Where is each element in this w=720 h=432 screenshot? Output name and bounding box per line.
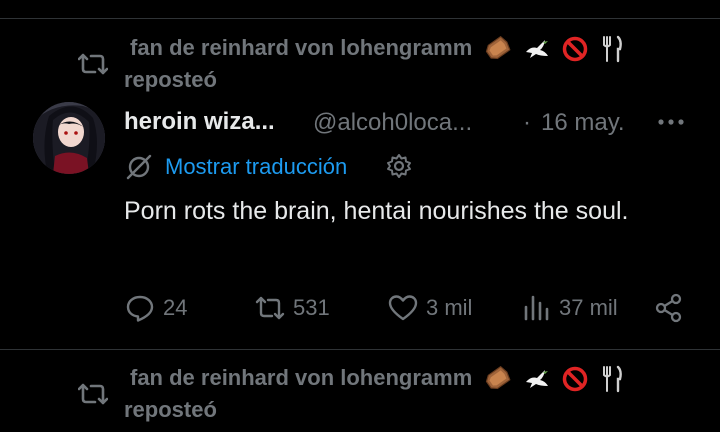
- tweet-divider: [0, 349, 720, 350]
- views-button[interactable]: 37 mil: [521, 292, 618, 324]
- separator-dot: ·: [523, 109, 531, 136]
- like-count: 3 mil: [426, 295, 473, 320]
- reposter-name[interactable]: fan de reinhard von lohengramm: [130, 35, 625, 63]
- avatar-image: [33, 102, 105, 174]
- prohibited-emoji: [562, 36, 587, 62]
- retweet-button[interactable]: 531: [255, 292, 330, 324]
- reply-icon: [126, 295, 154, 322]
- repost-verb: reposteó: [124, 397, 217, 422]
- reposter-name-text[interactable]: fan de reinhard von lohengramm: [130, 365, 472, 390]
- views-icon: [524, 295, 549, 321]
- share-button[interactable]: [654, 292, 692, 324]
- reply-count: 24: [163, 295, 188, 320]
- author-handle[interactable]: @alcoh0loca...: [313, 109, 472, 137]
- repost-context-next[interactable]: fan de reinhard von lohengramm reposteó: [0, 362, 720, 432]
- dove-emoji: [525, 370, 548, 389]
- dove-emoji: [525, 40, 548, 59]
- like-icon: [388, 295, 418, 321]
- reposter-name-text[interactable]: fan de reinhard von lohengramm: [130, 35, 472, 60]
- top-divider: [0, 18, 720, 19]
- show-translation-link[interactable]: Mostrar traducción: [165, 154, 347, 180]
- gear-icon[interactable]: [385, 152, 413, 180]
- more-icon[interactable]: [656, 114, 686, 130]
- retweet-icon: [255, 296, 285, 320]
- avatar[interactable]: [33, 102, 105, 174]
- fork-knife-emoji: [602, 365, 622, 393]
- repost-verb: reposteó: [124, 67, 217, 92]
- share-icon: [655, 293, 682, 323]
- repost-icon: [78, 383, 108, 405]
- like-button[interactable]: 3 mil: [388, 292, 472, 324]
- tweet-text: Porn rots the brain, hentai nourishes th…: [124, 197, 629, 225]
- fork-knife-emoji: [602, 35, 622, 63]
- retweet-count: 531: [293, 295, 330, 320]
- repost-icon: [78, 53, 108, 75]
- author-name[interactable]: heroin wiza...: [124, 108, 275, 136]
- coffin-emoji: [486, 36, 511, 60]
- prohibited-emoji: [562, 366, 587, 392]
- views-count: 37 mil: [559, 295, 618, 320]
- repost-context[interactable]: fan de reinhard von lohengramm reposteó: [0, 32, 720, 102]
- tweet-date[interactable]: 16 may.: [541, 109, 625, 137]
- coffin-emoji: [486, 366, 511, 390]
- translate-icon: [126, 154, 152, 180]
- reposter-name[interactable]: fan de reinhard von lohengramm: [130, 365, 625, 393]
- reply-button[interactable]: 24: [125, 292, 187, 324]
